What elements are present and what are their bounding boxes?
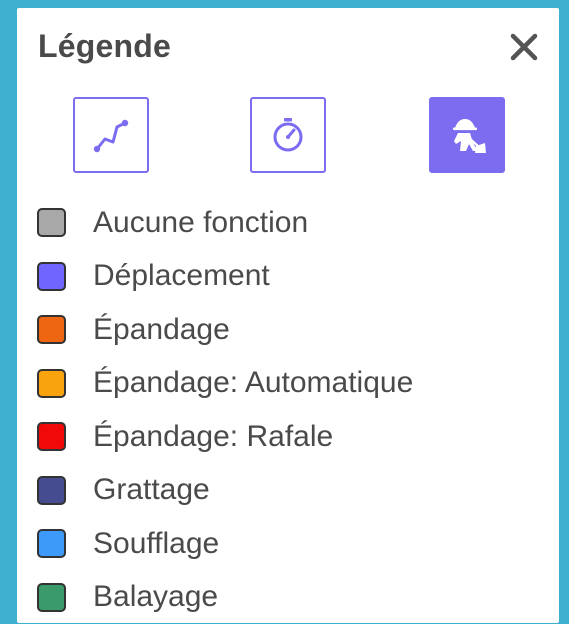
legend-item-label: Soufflage	[93, 527, 219, 561]
color-swatch	[37, 262, 66, 291]
color-swatch	[37, 422, 66, 451]
legend-panel: Légende Aucune fonc	[17, 8, 559, 623]
legend-item-label: Épandage: Rafale	[93, 420, 333, 454]
legend-item-deplacement: Déplacement	[37, 250, 413, 304]
legend-item-label: Épandage	[93, 313, 230, 347]
legend-item-epandage-automatique: Épandage: Automatique	[37, 357, 413, 411]
legend-item-epandage-rafale: Épandage: Rafale	[37, 410, 413, 464]
color-swatch	[37, 369, 66, 398]
legend-item-label: Aucune fonction	[93, 206, 308, 240]
stopwatch-icon	[268, 115, 308, 155]
legend-item-balayage: Balayage	[37, 571, 413, 624]
worker-shovel-icon	[445, 113, 489, 157]
color-swatch	[37, 315, 66, 344]
legend-item-soufflage: Soufflage	[37, 517, 413, 571]
time-tool-button[interactable]	[250, 97, 326, 173]
work-tool-button[interactable]	[429, 97, 505, 173]
color-swatch	[37, 476, 66, 505]
legend-item-grattage: Grattage	[37, 464, 413, 518]
legend-title: Légende	[38, 28, 171, 65]
legend-item-label: Balayage	[93, 580, 218, 614]
route-icon	[91, 115, 131, 155]
legend-item-label: Grattage	[93, 473, 210, 507]
close-button[interactable]	[505, 28, 543, 66]
color-swatch	[37, 208, 66, 237]
legend-item-label: Épandage: Automatique	[93, 366, 413, 400]
color-swatch	[37, 583, 66, 612]
legend-list: Aucune fonction Déplacement Épandage Épa…	[37, 196, 413, 624]
legend-item-epandage: Épandage	[37, 303, 413, 357]
close-icon	[509, 32, 539, 62]
color-swatch	[37, 529, 66, 558]
legend-item-aucune-fonction: Aucune fonction	[37, 196, 413, 250]
route-tool-button[interactable]	[73, 97, 149, 173]
legend-item-label: Déplacement	[93, 259, 270, 293]
